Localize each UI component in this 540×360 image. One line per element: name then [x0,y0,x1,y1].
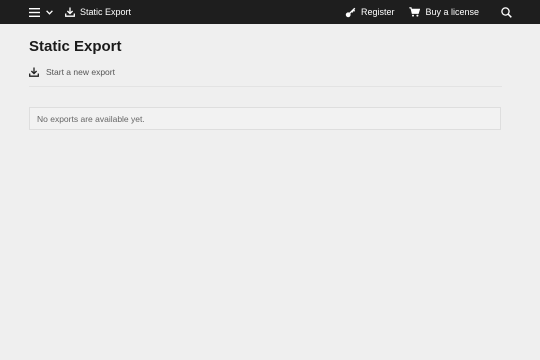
buy-license-link[interactable]: Buy a license [409,7,479,17]
empty-state-message: No exports are available yet. [37,113,145,124]
search-icon [501,6,512,18]
page-title: Static Export [29,38,122,55]
nav-static-export-label: Static Export [80,7,132,17]
download-icon [29,67,39,77]
cart-icon [409,7,421,17]
start-new-export-label: Start a new export [46,67,115,77]
main-menu-button[interactable] [29,7,53,17]
hamburger-icon [29,7,40,17]
top-bar-right: Register Buy a license [345,6,540,18]
chevron-down-icon [46,9,53,15]
top-bar: Static Export Register Buy a license [0,0,540,24]
nav-static-export[interactable]: Static Export [65,7,131,17]
register-link[interactable]: Register [345,7,395,18]
start-new-export-button[interactable]: Start a new export [29,67,115,77]
register-label: Register [360,7,395,17]
top-bar-left: Static Export [29,7,131,17]
key-icon [345,7,356,18]
search-button[interactable] [501,6,512,18]
divider [29,86,502,87]
exports-empty-state: No exports are available yet. [29,107,501,130]
download-icon [65,7,75,17]
buy-license-label: Buy a license [425,7,479,17]
